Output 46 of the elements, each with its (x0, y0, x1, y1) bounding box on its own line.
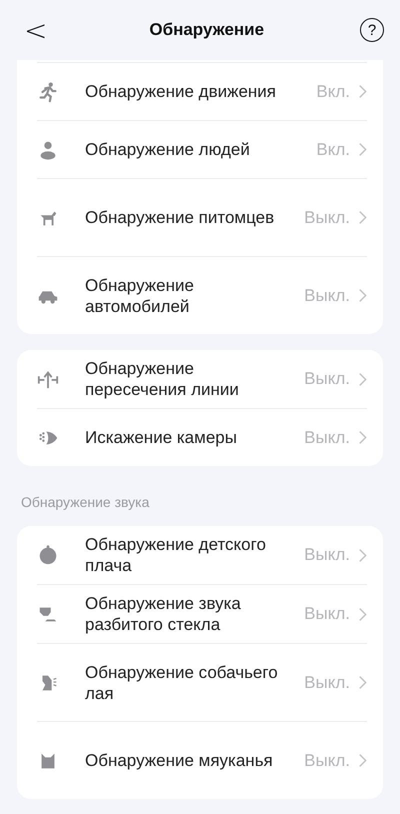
setting-label: Обнаружение автомобилей (85, 274, 195, 318)
setting-value: Выкл. (304, 672, 350, 692)
settings-row[interactable]: Обнаружение звука разбитого стекла Выкл. (37, 584, 367, 643)
baby-face-icon (37, 544, 59, 566)
chevron-icon (358, 753, 367, 768)
settings-row[interactable]: Обнаружение пересечения линии Выкл. (37, 350, 367, 408)
setting-label: Обнаружение людей (85, 139, 251, 161)
setting-label: Обнаружение собачьего лая (85, 662, 279, 704)
settings-row[interactable]: Обнаружение движения Вкл. (37, 62, 367, 120)
setting-label: Обнаружение движения (85, 81, 278, 103)
setting-label: Обнаружение питомцев (85, 207, 276, 229)
setting-value: Выкл. (304, 545, 350, 565)
settings-row[interactable]: Обнаружение автомобилей Выкл. (37, 256, 367, 334)
chevron-icon (358, 430, 367, 445)
chevron-icon (358, 548, 367, 562)
setting-label: Искажение камеры (85, 427, 238, 449)
settings-row[interactable]: Искажение камеры Выкл. (37, 408, 367, 466)
setting-value: Выкл. (304, 208, 350, 228)
page-title: Обнаружение (149, 20, 264, 40)
chevron-icon (358, 210, 367, 225)
setting-label: Обнаружение пересечения линии (85, 358, 240, 401)
chevron-icon (358, 84, 367, 99)
settings-row[interactable]: Обнаружение детского плача Выкл. (37, 526, 367, 584)
setting-label: Обнаружение звука разбитого стекла (85, 593, 242, 636)
setting-value: Выкл. (304, 750, 350, 770)
settings-row[interactable]: Обнаружение собачьего лая Выкл. (37, 643, 367, 721)
section-title: Обнаружение звука (20, 493, 150, 512)
settings-row[interactable]: Обнаружение людей Вкл. (37, 120, 367, 178)
setting-label: Обнаружение детского плача (85, 534, 267, 577)
setting-value: Выкл. (304, 604, 350, 624)
chevron-icon (358, 675, 367, 690)
setting-value: Выкл. (304, 369, 350, 389)
setting-label: Обнаружение мяуканья (85, 750, 274, 772)
help-button[interactable]: ? (360, 18, 384, 42)
settings-row[interactable]: Обнаружение мяуканья Выкл. (37, 721, 367, 799)
chevron-icon (358, 288, 367, 303)
settings-row[interactable]: Обнаружение питомцев Выкл. (37, 178, 367, 256)
chevron-icon (358, 606, 367, 622)
running-person-icon (37, 80, 59, 102)
setting-value: Вкл. (316, 140, 350, 160)
back-button[interactable]: < (18, 14, 54, 46)
chevron-icon (358, 142, 367, 157)
setting-value: Выкл. (304, 428, 350, 448)
chevron-icon (358, 372, 367, 386)
setting-value: Выкл. (304, 286, 350, 306)
setting-value: Вкл. (316, 82, 350, 102)
